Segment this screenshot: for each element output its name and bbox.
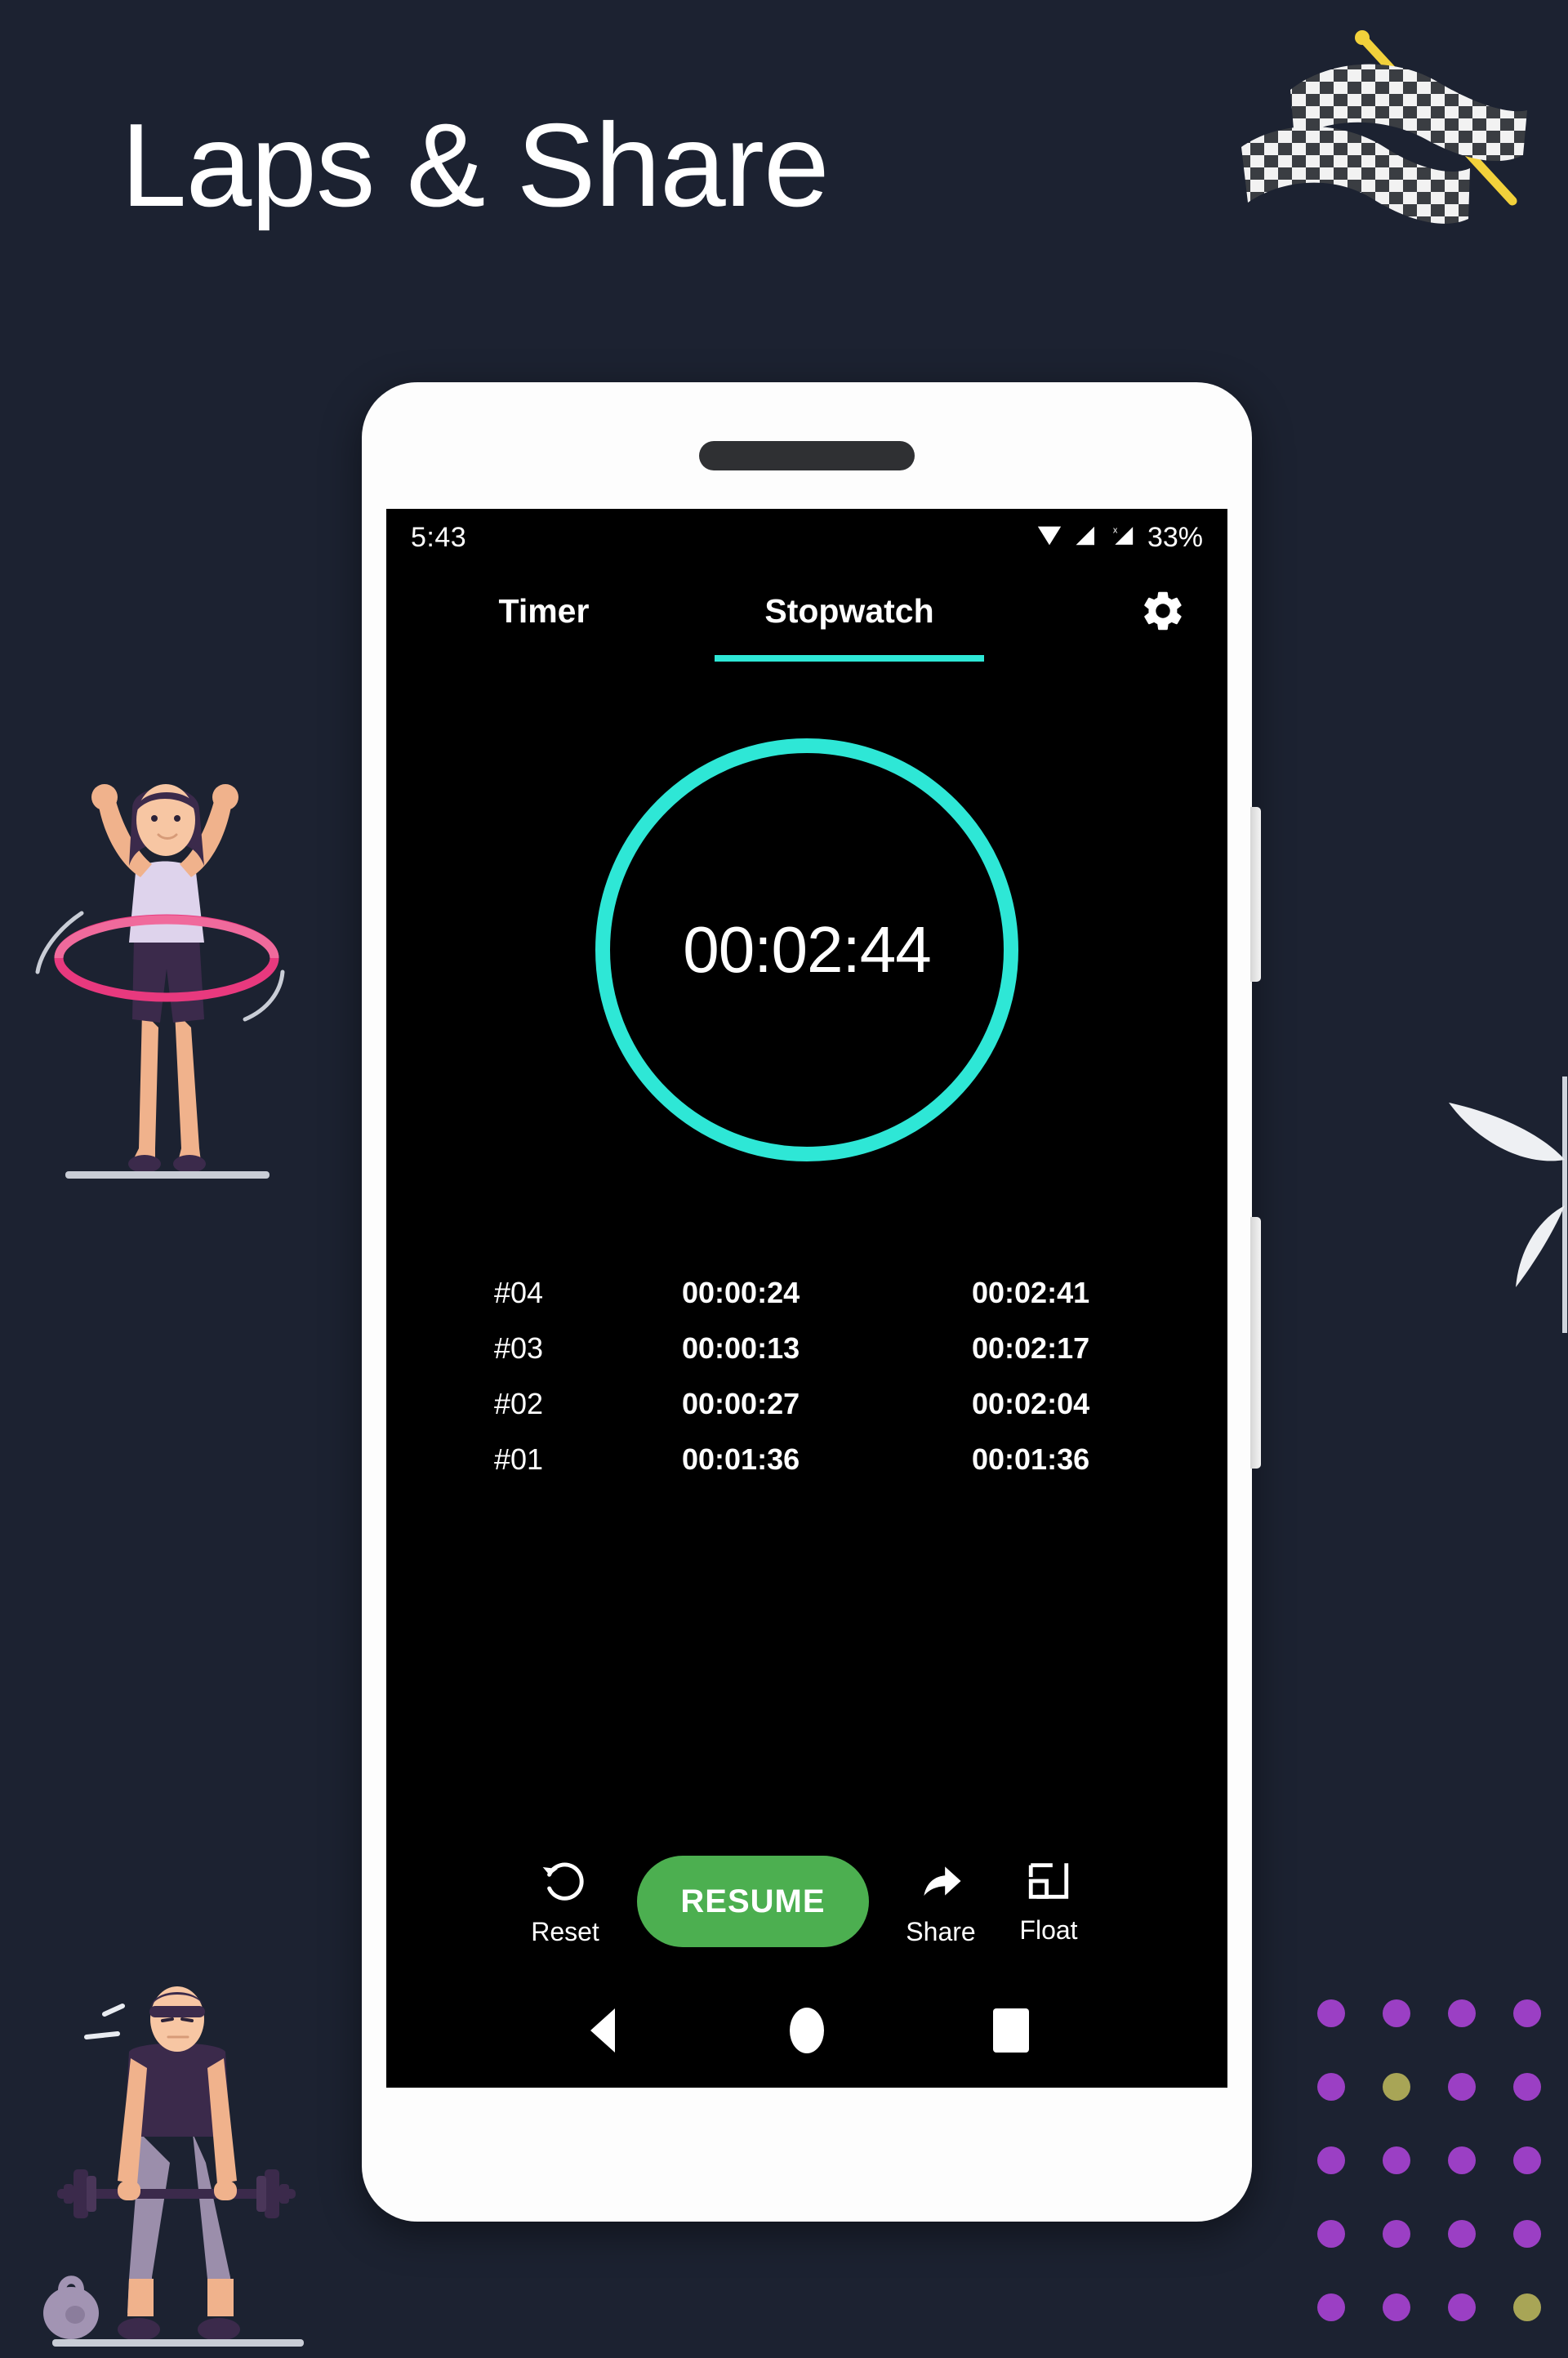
decorative-dot — [1448, 1999, 1476, 2027]
decorative-dot — [1448, 2293, 1476, 2321]
settings-button[interactable] — [1134, 584, 1192, 641]
tab-stopwatch[interactable]: Stopwatch — [715, 579, 984, 662]
decorative-dot — [1317, 1999, 1345, 2027]
android-nav-bar — [386, 1973, 1227, 2088]
stopwatch-progress-ring: 00:02:44 — [595, 738, 1018, 1161]
decorative-dot — [1448, 2073, 1476, 2101]
phone-earpiece-speaker — [699, 441, 915, 470]
share-button[interactable]: Share — [887, 1856, 995, 1947]
decorative-dot — [1513, 2146, 1541, 2174]
elapsed-time: 00:02:44 — [683, 913, 931, 986]
tab-bar: Timer Stopwatch — [386, 566, 1227, 672]
lap-total-time: 00:02:04 — [972, 1387, 1090, 1420]
float-button[interactable]: Float — [995, 1857, 1102, 1946]
home-circle-icon — [790, 2008, 824, 2053]
table-row: #01 00:01:36 00:01:36 — [494, 1432, 1138, 1487]
reset-label: Reset — [531, 1917, 599, 1946]
decorative-dot — [1513, 1999, 1541, 2027]
phone-screen: 5:43 x 33% Timer Stopwatch 00:02:44 #04 … — [386, 509, 1227, 2088]
decorative-dot — [1513, 2220, 1541, 2248]
page-title: Laps & Share — [121, 99, 830, 231]
decorative-dot — [1383, 2220, 1410, 2248]
decorative-dot — [1448, 2220, 1476, 2248]
status-bar: 5:43 x 33% — [386, 509, 1227, 566]
dot-grid-decoration — [1298, 1977, 1560, 2344]
decorative-dot — [1513, 2073, 1541, 2101]
back-triangle-icon — [590, 2008, 615, 2053]
tab-stopwatch-label: Stopwatch — [764, 592, 934, 630]
wifi-icon — [1036, 522, 1063, 554]
leaf-sprig-decoration — [1405, 1070, 1568, 1339]
stopwatch-dial: 00:02:44 — [386, 672, 1227, 1228]
tab-active-underline — [715, 655, 984, 662]
decorative-dot — [1317, 2146, 1345, 2174]
nav-home-button[interactable] — [778, 2002, 835, 2059]
decorative-dot — [1448, 2146, 1476, 2174]
status-bar-indicators: x 33% — [1036, 522, 1203, 554]
control-bar: Reset RESUME Share Float — [386, 1856, 1227, 1947]
lap-split-time: 00:00:24 — [682, 1276, 800, 1309]
decorative-dot — [1383, 2146, 1410, 2174]
table-row: #04 00:00:24 00:02:41 — [494, 1265, 1138, 1321]
decorative-dot — [1383, 2073, 1410, 2101]
phone-side-button-power[interactable] — [1250, 1217, 1261, 1469]
recents-square-icon — [993, 2008, 1029, 2053]
hula-hoop-woman-illustration — [18, 758, 312, 1183]
nav-back-button[interactable] — [574, 2002, 631, 2059]
nav-recents-button[interactable] — [982, 2002, 1040, 2059]
decorative-dot — [1383, 1999, 1410, 2027]
lap-number: #04 — [494, 1276, 544, 1309]
signal-no-sim-icon: x — [1109, 524, 1137, 552]
rotate-left-icon — [540, 1856, 590, 1910]
decorative-dot — [1317, 2220, 1345, 2248]
decorative-dot — [1513, 2293, 1541, 2321]
lap-split-time: 00:00:13 — [682, 1331, 800, 1365]
lap-total-time: 00:02:41 — [972, 1276, 1090, 1309]
weightlifter-man-illustration — [33, 1970, 320, 2354]
signal-icon — [1074, 524, 1098, 552]
battery-percent: 33% — [1147, 521, 1203, 553]
share-label: Share — [906, 1917, 976, 1946]
table-row: #02 00:00:27 00:02:04 — [494, 1376, 1138, 1432]
lap-total-time: 00:02:17 — [972, 1331, 1090, 1365]
status-bar-clock: 5:43 — [411, 521, 467, 553]
reset-button[interactable]: Reset — [511, 1856, 619, 1947]
lap-number: #01 — [494, 1442, 544, 1476]
lap-split-time: 00:01:36 — [682, 1442, 800, 1476]
picture-in-picture-icon — [1025, 1857, 1072, 1909]
lap-total-time: 00:01:36 — [972, 1442, 1090, 1476]
gear-icon — [1139, 587, 1187, 639]
tab-timer-label: Timer — [498, 592, 590, 630]
float-label: Float — [1019, 1915, 1078, 1945]
tab-timer[interactable]: Timer — [409, 579, 679, 631]
share-arrow-icon — [915, 1856, 966, 1910]
lap-list[interactable]: #04 00:00:24 00:02:41 #03 00:00:13 00:02:17 #0… — [386, 1265, 1227, 1487]
phone-mockup: 5:43 x 33% Timer Stopwatch 00:02:44 #04 … — [362, 382, 1261, 2222]
lap-split-time: 00:00:27 — [682, 1387, 800, 1420]
svg-text:x: x — [1113, 525, 1118, 535]
decorative-dot — [1383, 2293, 1410, 2321]
checkered-flag-icon — [1209, 8, 1552, 278]
lap-number: #02 — [494, 1387, 544, 1420]
decorative-dot — [1317, 2293, 1345, 2321]
resume-button[interactable]: RESUME — [637, 1856, 869, 1947]
lap-number: #03 — [494, 1331, 544, 1365]
decorative-dot — [1317, 2073, 1345, 2101]
table-row: #03 00:00:13 00:02:17 — [494, 1321, 1138, 1376]
phone-side-button-volume[interactable] — [1250, 807, 1261, 982]
